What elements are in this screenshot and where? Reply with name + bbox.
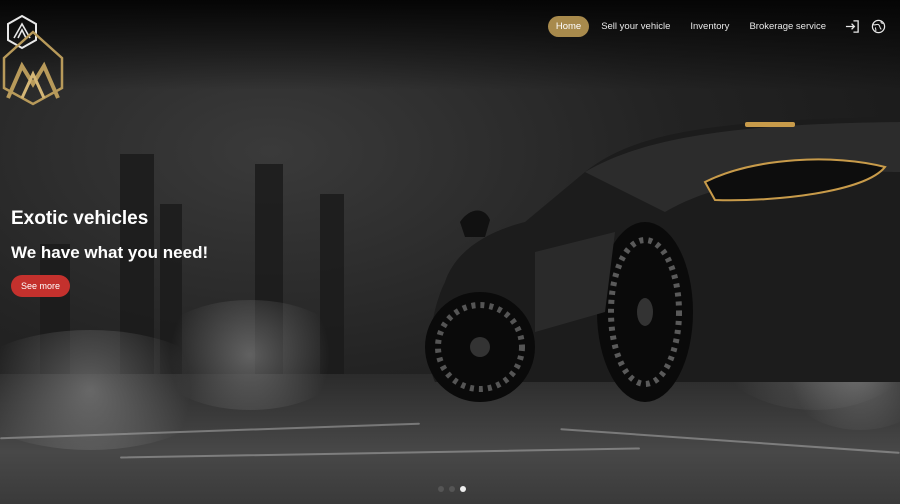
nav-brokerage-service[interactable]: Brokerage service xyxy=(741,16,834,37)
globe-icon[interactable] xyxy=(870,19,886,35)
nav-sell-your-vehicle[interactable]: Sell your vehicle xyxy=(593,16,678,37)
see-more-button[interactable]: See more xyxy=(11,275,71,297)
carousel-dot[interactable] xyxy=(449,486,455,492)
hero-headline: Exotic vehicles xyxy=(11,208,149,229)
carousel-indicators xyxy=(438,486,466,492)
sign-in-icon[interactable] xyxy=(844,19,860,35)
carousel-dot-active[interactable] xyxy=(460,486,466,492)
sports-car-image xyxy=(425,117,900,402)
hero-section: Home Sell your vehicle Inventory Brokera… xyxy=(0,0,900,504)
diamond-monogram-logo-icon[interactable] xyxy=(0,14,66,106)
carousel-dot[interactable] xyxy=(438,486,444,492)
smoke xyxy=(150,300,350,410)
hero-subheadline: We have what you need! xyxy=(11,243,209,262)
top-gradient xyxy=(0,0,900,90)
main-nav: Home Sell your vehicle Inventory Brokera… xyxy=(544,16,886,37)
nav-home[interactable]: Home xyxy=(547,16,590,37)
nav-inventory[interactable]: Inventory xyxy=(682,16,737,37)
